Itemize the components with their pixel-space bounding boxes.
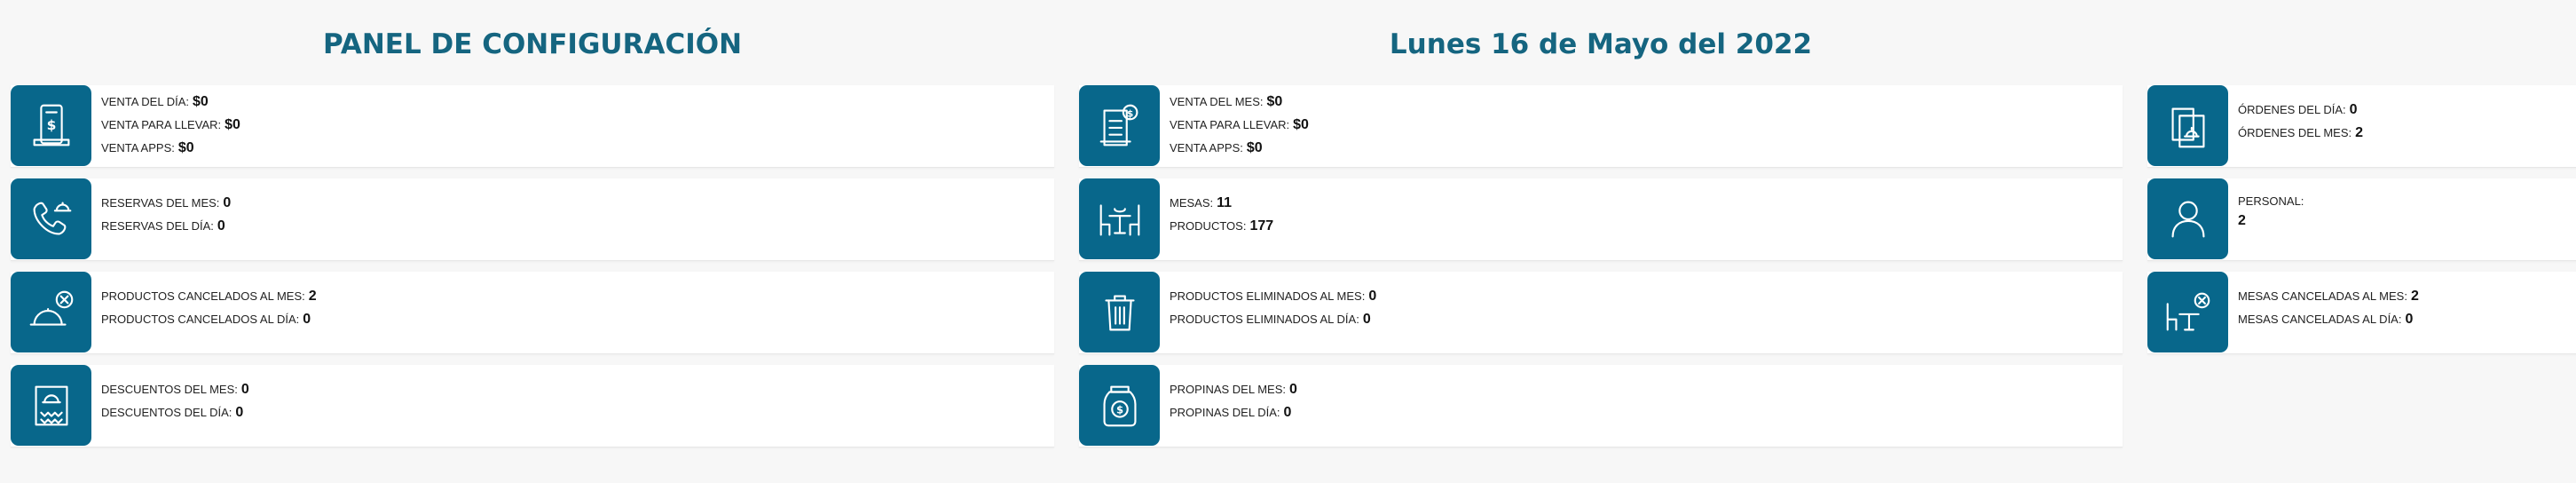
descuentos-mes-row: DESCUENTOS DEL MES: 0 <box>101 382 249 397</box>
venta-llevar-row: VENTA PARA LLEVAR: $0 <box>101 117 240 132</box>
svg-text:$: $ <box>46 116 56 132</box>
productos-cancelados-dia-row: PRODUCTOS CANCELADOS AL DÍA: 0 <box>101 312 311 327</box>
orders-bell-icon <box>2147 85 2228 166</box>
mesas-canceladas-mes-row: MESAS CANCELADAS AL MES: 2 <box>2238 289 2419 304</box>
phone-bell-icon <box>11 178 91 259</box>
card-productos-eliminados[interactable]: PRODUCTOS ELIMINADOS AL MES: 0 PRODUCTOS … <box>1079 272 2123 354</box>
card-productos-cancelados[interactable]: PRODUCTOS CANCELADOS AL MES: 2 PRODUCTOS … <box>11 272 1054 354</box>
tip-jar-icon: $ <box>1079 365 1160 446</box>
trash-icon <box>1079 272 1160 352</box>
table-chairs-icon <box>1079 178 1160 259</box>
productos-eliminados-dia-row: PRODUCTOS ELIMINADOS AL DÍA: 0 <box>1170 312 1371 327</box>
svg-text:$: $ <box>1126 107 1132 119</box>
card-ventas-mes[interactable]: $ VENTA DEL MES: $0 VENTA PARA LLEVAR: $0 … <box>1079 85 2123 168</box>
card-ordenes[interactable]: ÓRDENES DEL DÍA: 0 ÓRDENES DEL MES: 2 <box>2147 85 2576 168</box>
propinas-dia-row: PROPINAS DEL DÍA: 0 <box>1170 405 1292 420</box>
ordenes-dia-row: ÓRDENES DEL DÍA: 0 <box>2238 102 2358 117</box>
discount-ticket-icon <box>11 365 91 446</box>
productos-row: PRODUCTOS: 177 <box>1170 218 1274 234</box>
table-cancel-icon <box>2147 272 2228 352</box>
productos-cancelados-mes-row: PRODUCTOS CANCELADOS AL MES: 2 <box>101 289 317 304</box>
mesas-canceladas-dia-row: MESAS CANCELADAS AL DÍA: 0 <box>2238 312 2414 327</box>
personal-label: PERSONAL: <box>2238 194 2304 208</box>
card-ventas-dia[interactable]: $ VENTA DEL DÍA: $0 VENTA PARA LLEVAR: $0 … <box>11 85 1054 168</box>
user-icon <box>2147 178 2228 259</box>
personal-value: 2 <box>2238 213 2246 228</box>
card-personal[interactable]: PERSONAL: 2 <box>2147 178 2576 261</box>
card-propinas[interactable]: $ PROPINAS DEL MES: 0 PROPINAS DEL DÍA: 0 <box>1079 365 2123 447</box>
ordenes-mes-row: ÓRDENES DEL MES: 2 <box>2238 125 2364 140</box>
page-title: PANEL DE CONFIGURACIÓN <box>322 28 743 60</box>
reservas-dia-row: RESERVAS DEL DÍA: 0 <box>101 218 225 234</box>
venta-dia-row: VENTA DEL DÍA: $0 <box>101 94 209 109</box>
invoice-dollar-icon: $ <box>1079 85 1160 166</box>
venta-llevar-mes-row: VENTA PARA LLEVAR: $0 <box>1170 117 1309 132</box>
cloche-cancel-icon <box>11 272 91 352</box>
propinas-mes-row: PROPINAS DEL MES: 0 <box>1170 382 1297 397</box>
card-reservas[interactable]: RESERVAS DEL MES: 0 RESERVAS DEL DÍA: 0 <box>11 178 1054 261</box>
reservas-mes-row: RESERVAS DEL MES: 0 <box>101 195 232 210</box>
svg-text:$: $ <box>1115 403 1123 416</box>
descuentos-dia-row: DESCUENTOS DEL DÍA: 0 <box>101 405 244 420</box>
venta-apps-mes-row: VENTA APPS: $0 <box>1170 140 1263 155</box>
receipt-dollar-icon: $ <box>11 85 91 166</box>
card-mesas-productos[interactable]: MESAS: 11 PRODUCTOS: 177 <box>1079 178 2123 261</box>
venta-apps-row: VENTA APPS: $0 <box>101 140 194 155</box>
mesas-row: MESAS: 11 <box>1170 195 1233 210</box>
card-descuentos[interactable]: DESCUENTOS DEL MES: 0 DESCUENTOS DEL DÍA:… <box>11 365 1054 447</box>
current-date: Lunes 16 de Mayo del 2022 <box>1389 28 1813 60</box>
venta-mes-row: VENTA DEL MES: $0 <box>1170 94 1283 109</box>
productos-eliminados-mes-row: PRODUCTOS ELIMINADOS AL MES: 0 <box>1170 289 1377 304</box>
card-mesas-canceladas[interactable]: MESAS CANCELADAS AL MES: 2 MESAS CANCELAD… <box>2147 272 2576 354</box>
